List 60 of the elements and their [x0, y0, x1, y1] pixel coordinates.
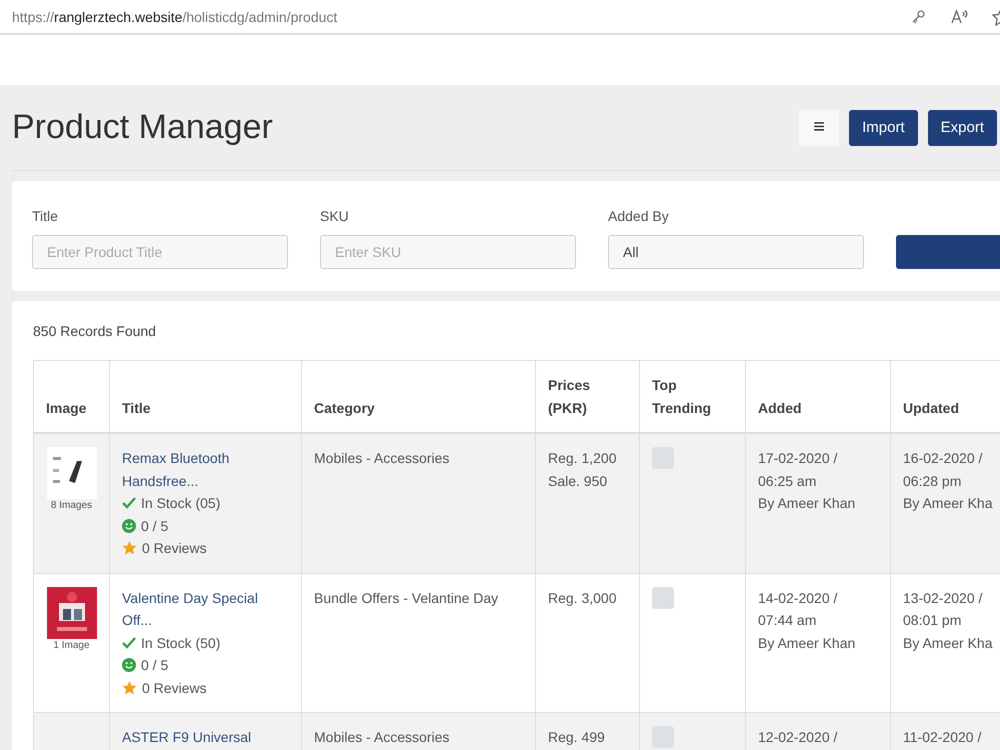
- updated-text: By Ameer Kha: [903, 495, 992, 511]
- product-link[interactable]: Valentine Day Special Off...: [122, 586, 289, 632]
- star-icon: [122, 680, 137, 695]
- input-field[interactable]: Enter SKU: [320, 235, 576, 269]
- action-button[interactable]: Import: [849, 110, 918, 146]
- smiley-icon: [122, 658, 136, 672]
- updated-text: 06:28 pm: [903, 472, 962, 488]
- product-link[interactable]: Remax Bluetooth Handsfree...: [122, 447, 289, 492]
- field-label: Title: [32, 208, 59, 224]
- image-count: 1 Image: [52, 638, 91, 652]
- address-url[interactable]: https://ranglerztech.website/holisticdg/admin/product: [12, 8, 338, 24]
- updated-text: 08:01 pm: [903, 612, 962, 628]
- column-header: Title: [122, 400, 151, 416]
- updated-text: 13-02-2020 /: [903, 590, 982, 606]
- column-header: Prices (PKR): [548, 377, 590, 416]
- column-header: Image: [46, 400, 86, 416]
- check-icon: [122, 636, 136, 649]
- page-title: Product Manager: [12, 108, 273, 147]
- column-header: Category: [314, 400, 375, 416]
- table-cell: Mobiles - Accessories: [314, 729, 450, 745]
- stock-status: In Stock (05): [141, 494, 220, 513]
- reviews-count: 0 Reviews: [142, 539, 207, 558]
- star-icon: [122, 541, 137, 556]
- updated-text: 11-02-2020 /: [903, 729, 982, 745]
- action-button[interactable]: Export: [928, 110, 997, 146]
- field-label: SKU: [320, 208, 350, 224]
- reviews-count: 0 Reviews: [142, 678, 207, 698]
- price-text: Reg. 3,000: [548, 590, 616, 606]
- stock-status: In Stock (50): [141, 634, 220, 653]
- table-cell: Bundle Offers - Velantine Day: [314, 590, 498, 606]
- key-icon[interactable]: [910, 8, 926, 24]
- price-text: Reg. 1,200: [548, 450, 616, 466]
- price-text: Sale. 950: [548, 472, 608, 488]
- rating-text: 0 / 5: [141, 516, 168, 536]
- added-text: By Ameer Khan: [758, 634, 856, 650]
- checkbox[interactable]: [652, 586, 674, 608]
- column-header: Top Trending: [652, 377, 712, 416]
- column-header: Updated: [903, 400, 959, 416]
- updated-text: By Ameer Kha: [903, 634, 992, 650]
- field-label: Added By: [608, 208, 670, 224]
- added-text: 06:25 am: [758, 472, 816, 488]
- added-text: 07:44 am: [758, 612, 816, 628]
- added-text: 12-02-2020 /: [758, 729, 838, 745]
- rating-text: 0 / 5: [141, 656, 168, 675]
- select-field[interactable]: All: [608, 235, 864, 269]
- image-count: 8 Images: [50, 499, 94, 513]
- column-header: Added: [758, 400, 802, 416]
- search-button[interactable]: [896, 235, 1000, 269]
- read-aloud-icon[interactable]: [950, 8, 968, 24]
- added-text: 17-02-2020 /: [758, 450, 838, 466]
- menu-button[interactable]: ≡: [799, 110, 840, 146]
- check-icon: [122, 497, 136, 510]
- smiley-icon: [122, 518, 136, 533]
- table-cell: Mobiles - Accessories: [314, 450, 450, 466]
- updated-text: 16-02-2020 /: [903, 450, 982, 466]
- added-text: By Ameer Khan: [758, 495, 856, 511]
- input-field[interactable]: Enter Product Title: [32, 235, 288, 269]
- price-text: Reg. 499: [548, 729, 605, 745]
- added-text: 14-02-2020 /: [758, 590, 838, 606]
- records-count: 850 Records Found: [33, 323, 157, 339]
